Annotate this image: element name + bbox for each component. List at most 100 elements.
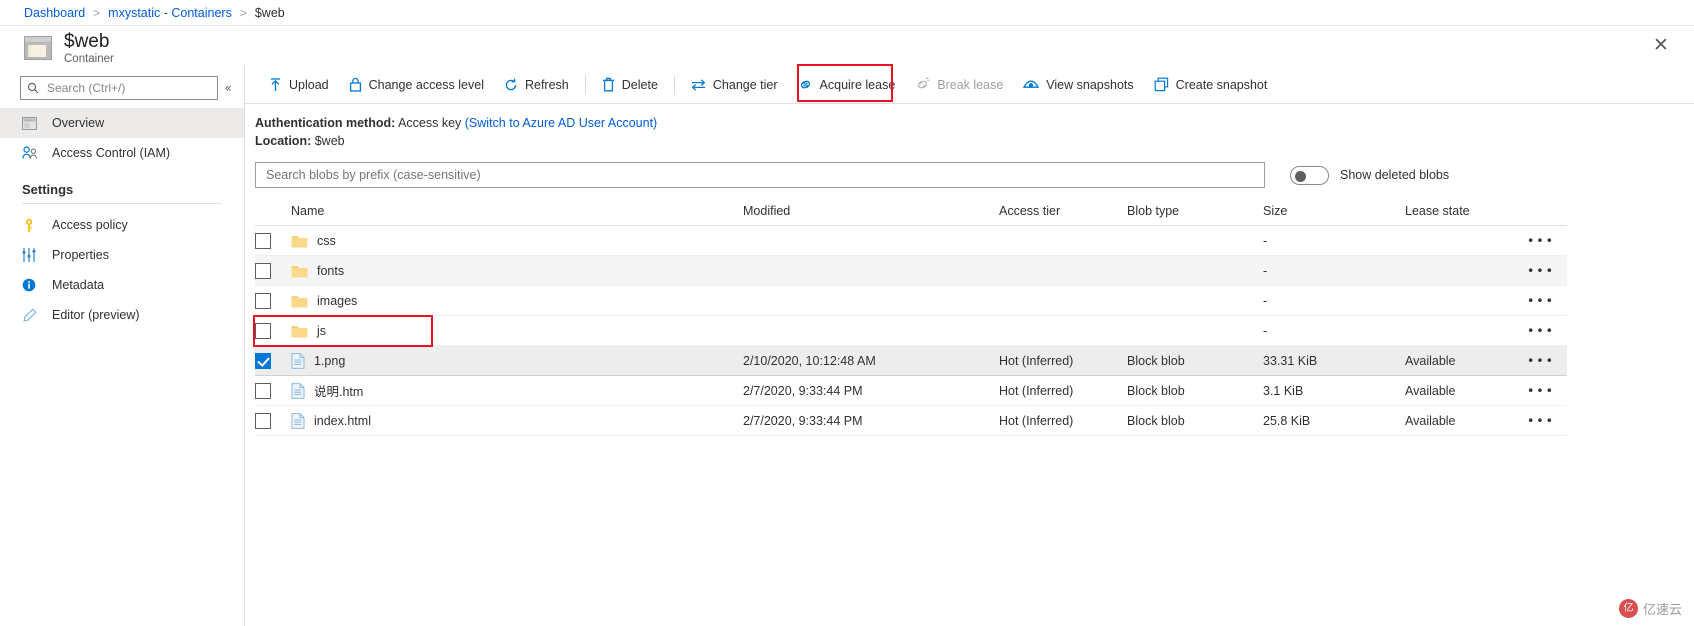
close-icon[interactable]: ✕ [1650, 34, 1672, 56]
column-header-blob-type[interactable]: Blob type [1127, 198, 1263, 226]
breadcrumb-separator-1: > [93, 5, 101, 20]
row-name-label: css [317, 233, 336, 248]
breadcrumb-item-containers[interactable]: mxystatic - Containers [108, 6, 232, 20]
sidebar-item-properties[interactable]: Properties [0, 240, 244, 270]
row-context-menu-icon[interactable]: ••• [1515, 405, 1567, 436]
row-name-cell: js [291, 315, 743, 346]
command-toolbar: Upload Change access level Refresh Delet… [245, 64, 1694, 104]
table-row[interactable]: css - ••• [255, 225, 1567, 256]
column-header-name[interactable]: Name [291, 198, 743, 226]
folder-icon [291, 294, 308, 308]
change-access-level-button[interactable]: Change access level [339, 70, 494, 100]
row-name-label: js [317, 323, 327, 338]
folder-icon [291, 234, 308, 248]
row-checkbox-cell [255, 285, 291, 316]
row-size-cell: 25.8 KiB [1263, 405, 1405, 436]
sidebar-item-access-policy[interactable]: Access policy [0, 210, 244, 240]
column-header-access-tier[interactable]: Access tier [999, 198, 1127, 226]
row-name-cell: css [291, 225, 743, 256]
acquire-lease-button[interactable]: Acquire lease [788, 70, 906, 100]
table-row-selected[interactable]: 1.png 2/10/2020, 10:12:48 AM Hot (Inferr… [255, 345, 1567, 376]
row-size-cell: - [1263, 225, 1405, 256]
sidebar-item-label: Access Control (IAM) [52, 146, 171, 160]
row-name-cell: images [291, 285, 743, 316]
collapse-sidebar-icon[interactable]: « [218, 81, 238, 95]
row-modified-cell: 2/7/2020, 9:33:44 PM [743, 405, 999, 436]
search-input-wrapper[interactable] [20, 76, 218, 100]
sidebar-item-access-control[interactable]: Access Control (IAM) [0, 138, 244, 168]
blob-prefix-search-wrapper[interactable] [255, 162, 1265, 188]
row-tier-cell [999, 315, 1127, 346]
upload-icon [269, 77, 282, 92]
row-checkbox-cell [255, 225, 291, 256]
watermark-badge: 亿 [1618, 599, 1638, 618]
sidebar-item-label: Editor (preview) [52, 308, 140, 322]
row-name-label: index.html [314, 413, 371, 428]
row-size-cell: 3.1 KiB [1263, 375, 1405, 406]
table-row[interactable]: 说明.htm 2/7/2020, 9:33:44 PM Hot (Inferre… [255, 375, 1567, 406]
row-lease-cell [1405, 255, 1515, 286]
row-checkbox[interactable] [255, 262, 271, 279]
row-context-menu-icon[interactable]: ••• [1515, 255, 1567, 286]
delete-button[interactable]: Delete [592, 70, 668, 100]
refresh-button[interactable]: Refresh [494, 70, 579, 100]
row-checkbox[interactable] [255, 232, 271, 249]
blob-prefix-search-input[interactable] [264, 167, 1256, 183]
row-checkbox-cell [255, 345, 291, 376]
row-type-cell: Block blob [1127, 375, 1263, 406]
row-name-label: images [317, 293, 358, 308]
row-type-cell [1127, 225, 1263, 256]
row-context-menu-icon[interactable]: ••• [1515, 285, 1567, 316]
row-size-cell: - [1263, 285, 1405, 316]
table-row[interactable]: index.html 2/7/2020, 9:33:44 PM Hot (Inf… [255, 405, 1567, 436]
table-row[interactable]: fonts - ••• [255, 255, 1567, 286]
column-header-lease-state[interactable]: Lease state [1405, 198, 1515, 226]
row-checkbox-cell [255, 315, 291, 346]
row-context-menu-icon[interactable]: ••• [1515, 225, 1567, 256]
row-modified-cell [743, 225, 999, 256]
switch-auth-link[interactable]: (Switch to Azure AD User Account) [465, 116, 657, 130]
row-lease-cell: Available [1405, 375, 1515, 406]
sidebar-item-overview[interactable]: Overview [0, 108, 244, 138]
row-checkbox-checked[interactable] [255, 352, 271, 369]
file-icon [291, 412, 305, 429]
column-header-size[interactable]: Size [1263, 198, 1405, 226]
toggle-switch[interactable] [1290, 165, 1329, 185]
row-checkbox[interactable] [255, 292, 271, 309]
page-subtitle: Container [64, 52, 114, 65]
row-lease-cell [1405, 225, 1515, 256]
row-context-menu-icon[interactable]: ••• [1515, 315, 1567, 346]
row-checkbox[interactable] [255, 322, 271, 339]
row-context-menu-icon[interactable]: ••• [1515, 345, 1567, 376]
row-context-menu-icon[interactable]: ••• [1515, 375, 1567, 406]
row-type-cell [1127, 285, 1263, 316]
sidebar-item-label: Access policy [52, 218, 128, 232]
watermark: 亿 亿速云 [1618, 599, 1682, 618]
folder-icon [291, 324, 308, 338]
toolbar-divider-1 [584, 74, 586, 95]
row-checkbox[interactable] [255, 412, 271, 429]
sidebar-item-metadata[interactable]: Metadata [0, 270, 244, 300]
key-icon [22, 217, 42, 233]
file-icon [291, 382, 305, 399]
row-lease-cell: Available [1405, 405, 1515, 436]
row-tier-cell: Hot (Inferred) [999, 405, 1127, 436]
table-row[interactable]: images - ••• [255, 285, 1567, 316]
show-deleted-blobs-label: Show deleted blobs [1340, 168, 1450, 182]
view-snapshots-button[interactable]: View snapshots [1013, 70, 1143, 100]
breadcrumb-item-dashboard[interactable]: Dashboard [24, 6, 85, 20]
create-snapshot-button[interactable]: Create snapshot [1144, 70, 1278, 100]
show-deleted-blobs-toggle[interactable]: Show deleted blobs [1290, 165, 1450, 185]
row-name-cell: fonts [291, 255, 743, 286]
toolbar-button-label: Acquire lease [819, 77, 896, 92]
upload-button[interactable]: Upload [259, 70, 339, 100]
change-tier-button[interactable]: Change tier [681, 70, 788, 100]
page-header: $web Container ✕ [0, 26, 1694, 66]
swap-icon [691, 78, 706, 92]
row-size-cell: - [1263, 255, 1405, 286]
sidebar-item-editor[interactable]: Editor (preview) [0, 300, 244, 330]
row-checkbox[interactable] [255, 382, 271, 399]
search-input[interactable] [45, 80, 211, 96]
column-header-modified[interactable]: Modified [743, 198, 999, 226]
table-row[interactable]: js - ••• [255, 315, 1567, 346]
